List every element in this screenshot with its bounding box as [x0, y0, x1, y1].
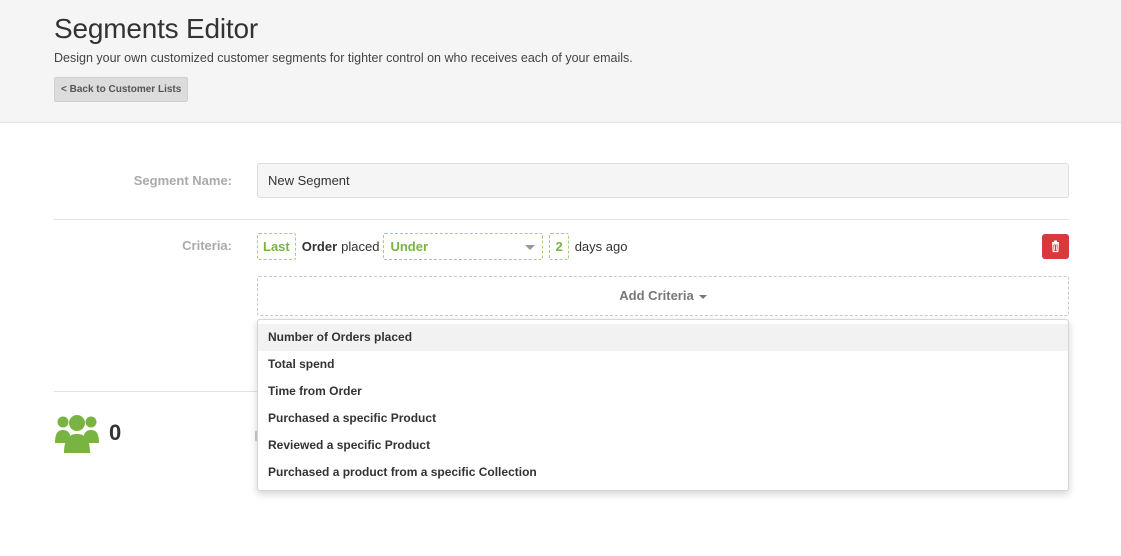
dropdown-item-reviewed-product[interactable]: Reviewed a specific Product [258, 432, 1068, 459]
back-to-customer-lists-button[interactable]: < Back to Customer Lists [54, 77, 189, 102]
dropdown-item-number-of-orders[interactable]: Number of Orders placed [258, 324, 1068, 351]
criteria-label: Criteria: [182, 238, 232, 253]
segment-name-input[interactable] [257, 163, 1069, 198]
comparator-value: Under [390, 239, 429, 254]
form-divider [54, 219, 1069, 220]
customer-count: 0 [109, 420, 122, 445]
amount-input[interactable]: 2 [549, 233, 569, 260]
add-criteria-dropdown-menu: Number of Orders placed Total spend Time… [257, 319, 1069, 491]
caret-down-icon [698, 294, 707, 299]
criteria-unit-text: days ago [574, 239, 628, 254]
page-subtitle: Design your own customized customer segm… [54, 51, 633, 65]
add-criteria-button[interactable]: Add Criteria [257, 276, 1069, 316]
caret-down-icon [525, 245, 536, 250]
timeframe-select[interactable]: Last [257, 233, 296, 260]
users-group-icon [54, 412, 100, 459]
add-criteria-label: Add Criteria [619, 288, 694, 303]
criteria-row: Last Order placed Under 2 days ago [257, 233, 627, 260]
delete-criteria-button[interactable] [1042, 234, 1069, 259]
dropdown-item-purchased-product[interactable]: Purchased a specific Product [258, 405, 1068, 432]
dropdown-item-time-from-order[interactable]: Time from Order [258, 378, 1068, 405]
comparator-select[interactable]: Under [383, 233, 544, 260]
dropdown-item-total-spend[interactable]: Total spend [258, 351, 1068, 378]
criteria-entity-text: Order [301, 239, 338, 254]
trash-icon [1052, 240, 1059, 253]
section-divider [54, 391, 257, 392]
page-title: Segments Editor [54, 13, 258, 44]
dropdown-item-purchased-collection[interactable]: Purchased a product from a specific Coll… [258, 459, 1068, 486]
criteria-verb-text: placed [341, 239, 380, 254]
page-header: Segments Editor Design your own customiz… [0, 0, 1121, 123]
segment-name-label: Segment Name: [133, 173, 232, 188]
